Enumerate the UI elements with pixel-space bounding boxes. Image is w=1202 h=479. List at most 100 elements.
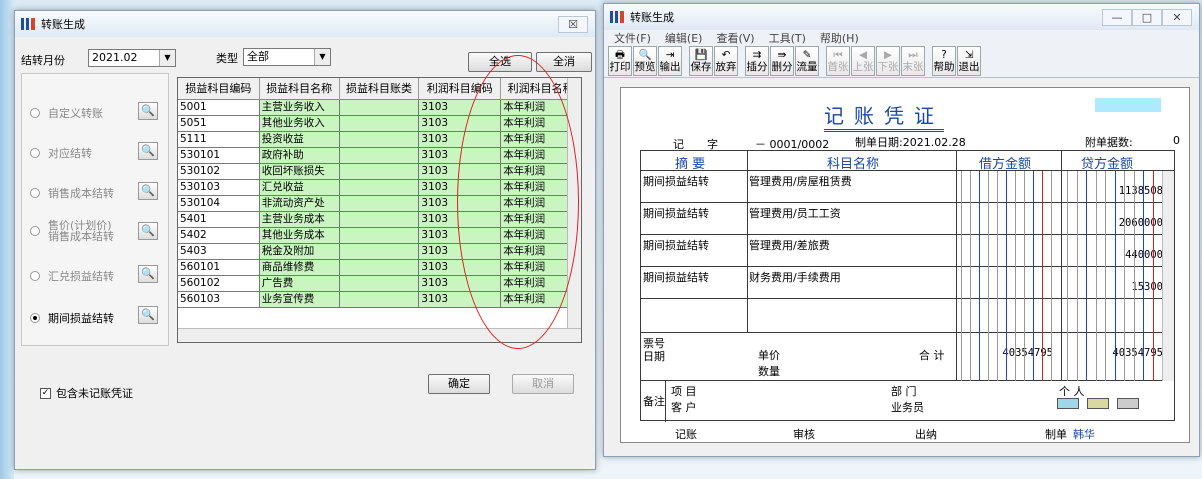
option-plan-price[interactable]: 售价(计划价) 销售成本结转 bbox=[30, 220, 114, 242]
table-cell[interactable]: 530102 bbox=[178, 164, 260, 179]
option-corresponding[interactable]: 对应结转 bbox=[30, 145, 92, 161]
ok-button[interactable]: 确定 bbox=[428, 374, 490, 394]
minimize-button[interactable]: — bbox=[1102, 9, 1132, 26]
radio[interactable] bbox=[30, 313, 40, 323]
radio[interactable] bbox=[30, 271, 40, 281]
option-custom[interactable]: 自定义转账 bbox=[30, 105, 103, 121]
col-header[interactable]: 损益科目名称 bbox=[260, 78, 340, 99]
include-unposted-checkbox[interactable]: ✓ 包含未记账凭证 bbox=[40, 385, 133, 401]
voucher-date[interactable]: 制单日期:2021.02.28 bbox=[855, 134, 966, 150]
search-icon[interactable]: 🔍 bbox=[138, 265, 158, 283]
month-select[interactable]: 2021.02 ▼ bbox=[88, 49, 176, 67]
table-cell[interactable]: 5401 bbox=[178, 212, 260, 227]
table-cell[interactable]: 主营业务成本 bbox=[259, 212, 340, 227]
toolbar-button-preview[interactable]: 🔍 预览 bbox=[633, 46, 657, 76]
col-header[interactable]: 损益科目编码 bbox=[178, 78, 260, 99]
table-cell[interactable] bbox=[339, 228, 420, 243]
radio[interactable] bbox=[30, 148, 40, 158]
search-icon[interactable]: 🔍 bbox=[138, 306, 158, 324]
table-cell[interactable]: 收回坏账损失 bbox=[259, 164, 340, 179]
toolbar-button-print[interactable]: 🖶 打印 bbox=[608, 46, 632, 76]
table-cell[interactable]: 5001 bbox=[178, 100, 260, 115]
type-select[interactable]: 全部 ▼ bbox=[243, 48, 331, 66]
radio[interactable] bbox=[30, 188, 40, 198]
table-cell[interactable]: 5111 bbox=[178, 132, 260, 147]
toolbar-button-export[interactable]: ⇥ 输出 bbox=[658, 46, 682, 76]
table-cell[interactable] bbox=[339, 148, 420, 163]
table-cell[interactable] bbox=[339, 132, 420, 147]
table-cell[interactable]: 业务宣传费 bbox=[259, 292, 340, 307]
table-cell[interactable]: 广告费 bbox=[259, 276, 340, 291]
menu-item[interactable]: 编辑(E) bbox=[665, 30, 703, 46]
table-cell[interactable] bbox=[339, 244, 420, 259]
toolbar-button-insert[interactable]: ⇉ 插分 bbox=[745, 46, 769, 76]
toolbar-button-delete[interactable]: ⇛ 删分 bbox=[770, 46, 794, 76]
table-cell[interactable] bbox=[339, 100, 420, 115]
chevron-down-icon[interactable]: ▼ bbox=[159, 50, 175, 66]
cancel-button[interactable]: 取消 bbox=[512, 374, 574, 394]
toolbar-button-last[interactable]: ⏭ 末张 bbox=[901, 46, 925, 76]
search-icon[interactable]: 🔍 bbox=[138, 222, 158, 240]
menu-item[interactable]: 工具(T) bbox=[769, 30, 806, 46]
toolbar-button-next[interactable]: ▶ 下张 bbox=[876, 46, 900, 76]
table-cell[interactable] bbox=[339, 260, 420, 275]
table-cell[interactable]: 政府补助 bbox=[259, 148, 340, 163]
option-sales-cost[interactable]: 销售成本结转 bbox=[30, 185, 114, 201]
menu-item[interactable]: 帮助(H) bbox=[820, 30, 859, 46]
toolbar-button-flow[interactable]: ✎ 流量 bbox=[795, 46, 819, 76]
radio[interactable] bbox=[30, 226, 40, 236]
close-button[interactable]: ✕ bbox=[1162, 9, 1192, 26]
search-icon[interactable]: 🔍 bbox=[138, 102, 158, 120]
search-icon[interactable]: 🔍 bbox=[138, 182, 158, 200]
search-icon[interactable]: 🔍 bbox=[138, 142, 158, 160]
table-cell[interactable]: 汇兑收益 bbox=[259, 180, 340, 195]
table-cell[interactable]: 非流动资产处 bbox=[259, 196, 340, 211]
table-cell[interactable]: 530104 bbox=[178, 196, 260, 211]
toolbar-button-save[interactable]: 💾 保存 bbox=[689, 46, 713, 76]
table-cell[interactable]: 5051 bbox=[178, 116, 260, 131]
table-cell[interactable] bbox=[339, 196, 420, 211]
edit-icon[interactable] bbox=[1117, 398, 1139, 409]
table-cell[interactable]: 560101 bbox=[178, 260, 260, 275]
table-cell[interactable]: 560102 bbox=[178, 276, 260, 291]
toolbar-button-help[interactable]: ? 帮助 bbox=[932, 46, 956, 76]
table-cell[interactable] bbox=[339, 116, 420, 131]
table-cell[interactable]: 5403 bbox=[178, 244, 260, 259]
toolbar-button-first[interactable]: ⏮ 首张 bbox=[826, 46, 850, 76]
voucher-scrollbar[interactable] bbox=[1162, 171, 1174, 381]
toolbar-button-prev[interactable]: ◀ 上张 bbox=[851, 46, 875, 76]
table-cell[interactable]: 530103 bbox=[178, 180, 260, 195]
table-cell[interactable] bbox=[339, 292, 420, 307]
menu-item[interactable]: 文件(F) bbox=[614, 30, 651, 46]
table-cell[interactable]: 530101 bbox=[178, 148, 260, 163]
table-cell[interactable] bbox=[339, 180, 420, 195]
table-cell[interactable]: 税金及附加 bbox=[259, 244, 340, 259]
radio[interactable] bbox=[30, 108, 40, 118]
exit-icon: ⇲ bbox=[964, 49, 974, 61]
detail-icon[interactable] bbox=[1057, 398, 1079, 409]
toolbar-button-discard[interactable]: ↶ 放弃 bbox=[714, 46, 738, 76]
table-cell[interactable] bbox=[339, 164, 420, 179]
table-cell[interactable]: 5402 bbox=[178, 228, 260, 243]
table-cell[interactable] bbox=[339, 276, 420, 291]
table-cell[interactable]: 主营业务收入 bbox=[259, 100, 340, 115]
table-cell[interactable] bbox=[339, 212, 420, 227]
col-header[interactable]: 损益科目账类 bbox=[340, 78, 420, 99]
voucher-status-bar bbox=[1095, 98, 1161, 112]
close-button[interactable]: ☒ bbox=[558, 16, 588, 33]
attachments-value[interactable]: 0 bbox=[1173, 134, 1180, 147]
table-cell[interactable]: 其他业务成本 bbox=[259, 228, 340, 243]
table-cell[interactable]: 其他业务收入 bbox=[259, 116, 340, 131]
option-exchange[interactable]: 汇兑损益结转 bbox=[30, 268, 114, 284]
list-icon[interactable] bbox=[1087, 398, 1109, 409]
table-cell[interactable]: 投资收益 bbox=[259, 132, 340, 147]
maximize-button[interactable]: □ bbox=[1132, 9, 1162, 26]
toolbar-button-exit[interactable]: ⇲ 退出 bbox=[957, 46, 981, 76]
menu-item[interactable]: 查看(V) bbox=[716, 30, 754, 46]
insert-icon: ⇉ bbox=[752, 49, 762, 61]
checkbox-box[interactable]: ✓ bbox=[40, 387, 51, 399]
chevron-down-icon[interactable]: ▼ bbox=[314, 49, 330, 65]
option-period-pl[interactable]: 期间损益结转 bbox=[30, 310, 114, 326]
table-cell[interactable]: 商品维修费 bbox=[259, 260, 340, 275]
table-cell[interactable]: 560103 bbox=[178, 292, 260, 307]
